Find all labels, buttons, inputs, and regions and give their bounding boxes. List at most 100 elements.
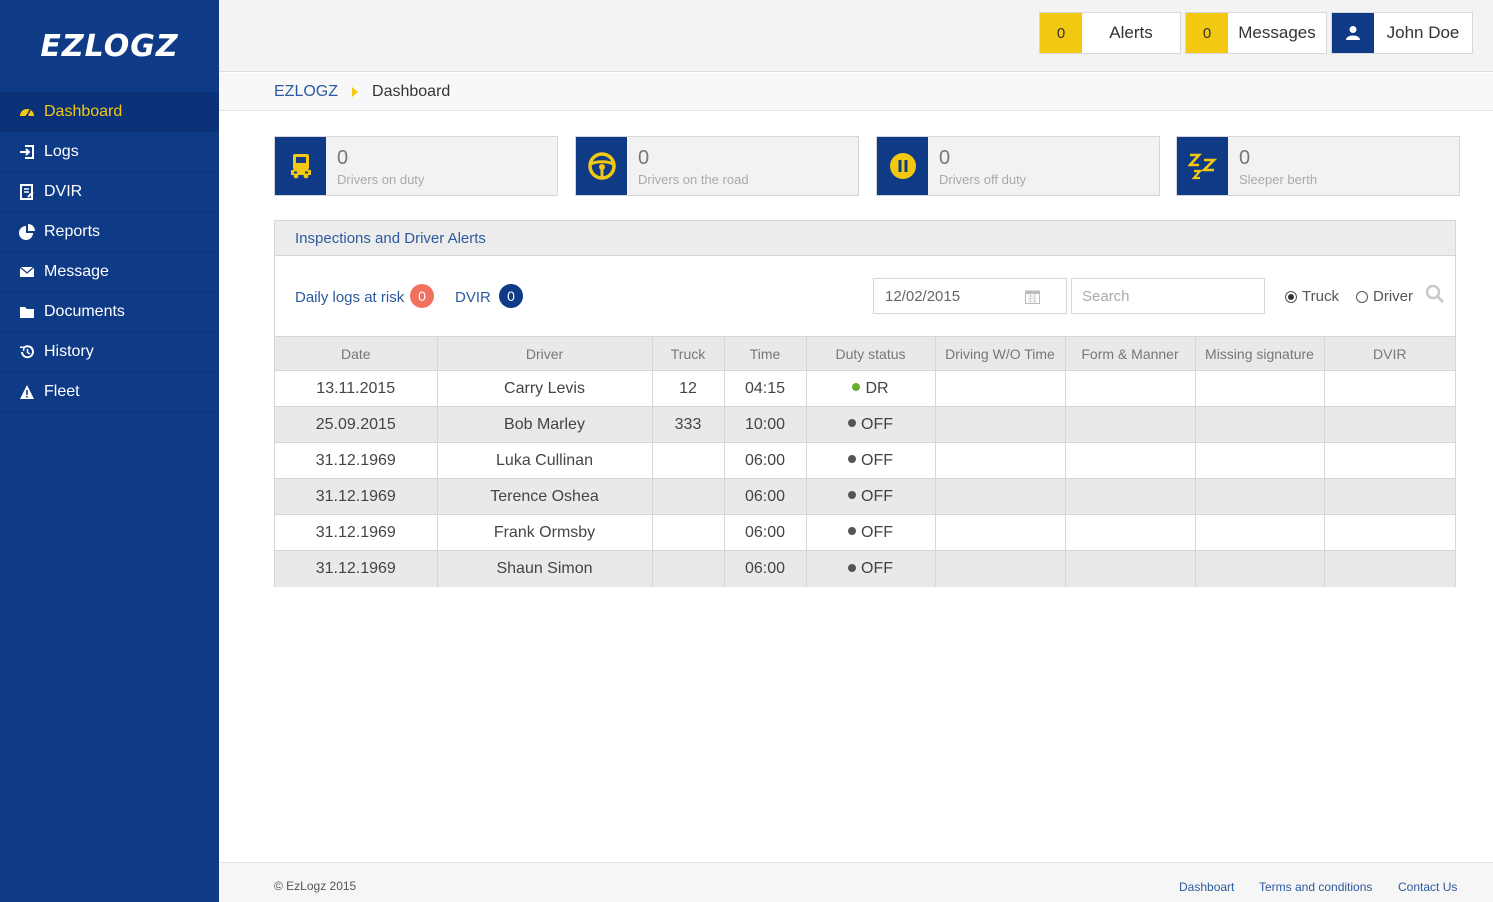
messages-widget[interactable]: 0 Messages — [1185, 12, 1327, 54]
cell-truck: 333 — [652, 406, 725, 443]
breadcrumb-separator-icon — [352, 86, 359, 97]
cell-time: 06:00 — [724, 514, 807, 551]
breadcrumb: EZLOGZ Dashboard — [219, 73, 1493, 111]
cell-time: 06:00 — [724, 550, 807, 587]
cell-driving-wo-time — [935, 370, 1066, 407]
ezlogz-logo[interactable]: EZLOGZ — [0, 0, 219, 92]
status-text: OFF — [861, 487, 893, 505]
calendar-icon[interactable] — [1025, 289, 1040, 308]
column-header-driving-wo-time[interactable]: Driving W/O Time — [935, 336, 1066, 371]
sidebar-item-label: Documents — [44, 302, 125, 320]
cell-dvir — [1324, 550, 1455, 587]
sidebar-item-label: Fleet — [44, 382, 80, 400]
cell-date: 31.12.1969 — [275, 514, 438, 551]
cell-driver: Carry Levis — [437, 370, 653, 407]
breadcrumb-root-link[interactable]: EZLOGZ — [274, 83, 338, 101]
dvir-badge[interactable]: 0 — [499, 284, 523, 308]
cell-duty-status: OFF — [806, 406, 936, 443]
copyright: © EzLogz 2015 — [274, 879, 357, 893]
status-text: OFF — [861, 415, 893, 433]
sidebar-item-reports[interactable]: Reports — [0, 212, 219, 252]
date-value: 12/02/2015 — [885, 287, 961, 305]
sidebar-item-label: Dashboard — [44, 102, 123, 120]
cell-duty-status: OFF — [806, 514, 936, 551]
column-header-dvir[interactable]: DVIR — [1324, 336, 1455, 371]
alerts-widget[interactable]: 0 Alerts — [1039, 12, 1181, 54]
cell-time: 06:00 — [724, 478, 807, 515]
column-header-missing-signature[interactable]: Missing signature — [1195, 336, 1325, 371]
stat-card-sleeper-berth[interactable]: 0 Sleeper berth — [1176, 136, 1460, 196]
pause-icon — [877, 137, 928, 195]
fleet-icon — [18, 383, 36, 401]
table-row[interactable]: 31.12.1969 Luka Cullinan 06:00 OFF — [275, 442, 1455, 479]
column-header-duty-status[interactable]: Duty status — [806, 336, 936, 371]
filters-bar: Daily logs at risk 0 DVIR 0 12/02/2015 T… — [275, 256, 1455, 336]
sidebar-item-logs[interactable]: Logs — [0, 132, 219, 172]
sidebar-item-message[interactable]: Message — [0, 252, 219, 292]
driver-radio[interactable]: Driver — [1356, 288, 1413, 305]
stat-card-drivers-on-duty[interactable]: 0 Drivers on duty — [274, 136, 558, 196]
table-row[interactable]: 31.12.1969 Frank Ormsby 06:00 OFF — [275, 514, 1455, 551]
cell-truck: 12 — [652, 370, 725, 407]
cell-form-manner — [1065, 478, 1196, 515]
cell-driver: Luka Cullinan — [437, 442, 653, 479]
sidebar-item-fleet[interactable]: Fleet — [0, 372, 219, 412]
table-row[interactable]: 31.12.1969 Shaun Simon 06:00 OFF — [275, 550, 1455, 587]
cell-dvir — [1324, 442, 1455, 479]
column-header-time[interactable]: Time — [724, 336, 807, 371]
cell-truck — [652, 442, 725, 479]
cell-time: 06:00 — [724, 442, 807, 479]
daily-logs-at-risk-badge[interactable]: 0 — [410, 284, 434, 308]
date-picker[interactable]: 12/02/2015 — [873, 278, 1067, 314]
cell-form-manner — [1065, 406, 1196, 443]
sidebar-item-dashboard[interactable]: Dashboard — [0, 92, 219, 132]
cell-truck — [652, 514, 725, 551]
stat-label: Sleeper berth — [1239, 172, 1318, 187]
cell-date: 31.12.1969 — [275, 442, 438, 479]
table-row[interactable]: 31.12.1969 Terence Oshea 06:00 OFF — [275, 478, 1455, 515]
sidebar-item-dvir[interactable]: DVIR — [0, 172, 219, 212]
status-text: OFF — [861, 451, 893, 469]
search-input[interactable] — [1071, 278, 1265, 314]
footer-link-dashboard[interactable]: Dashboart — [1179, 880, 1234, 894]
driver-radio-dot — [1356, 290, 1368, 303]
dvir-icon — [18, 183, 36, 201]
user-menu[interactable]: John Doe — [1331, 12, 1473, 54]
stat-card-drivers-on-road[interactable]: 0 Drivers on the road — [575, 136, 859, 196]
cell-dvir — [1324, 370, 1455, 407]
stat-label: Drivers off duty — [939, 172, 1027, 187]
driver-radio-label: Driver — [1373, 288, 1413, 305]
search-icon[interactable] — [1425, 284, 1445, 309]
cell-date: 13.11.2015 — [275, 370, 438, 407]
column-header-driver[interactable]: Driver — [437, 336, 653, 371]
stat-label: Drivers on the road — [638, 172, 749, 187]
column-header-date[interactable]: Date — [275, 336, 438, 371]
cell-missing-signature — [1195, 550, 1325, 587]
cell-duty-status: OFF — [806, 442, 936, 479]
table-row[interactable]: 13.11.2015 Carry Levis 12 04:15 DR — [275, 370, 1455, 407]
status-dot-icon — [848, 491, 856, 500]
cell-missing-signature — [1195, 442, 1325, 479]
footer-link-contact[interactable]: Contact Us — [1398, 880, 1457, 894]
sidebar-item-label: History — [44, 342, 94, 360]
column-header-form-manner[interactable]: Form & Manner — [1065, 336, 1196, 371]
stat-card-drivers-off-duty[interactable]: 0 Drivers off duty — [876, 136, 1160, 196]
sidebar-item-documents[interactable]: Documents — [0, 292, 219, 332]
sidebar-item-history[interactable]: History — [0, 332, 219, 372]
truck-radio[interactable]: Truck — [1285, 288, 1339, 305]
table-row[interactable]: 25.09.2015 Bob Marley 333 10:00 OFF — [275, 406, 1455, 443]
folder-icon — [18, 303, 36, 321]
cell-date: 25.09.2015 — [275, 406, 438, 443]
alerts-table: Date Driver Truck Time Duty status Drivi… — [275, 336, 1455, 587]
cell-form-manner — [1065, 514, 1196, 551]
status-text: OFF — [861, 559, 893, 577]
column-header-truck[interactable]: Truck — [652, 336, 725, 371]
reports-icon — [18, 223, 36, 241]
daily-logs-at-risk-label[interactable]: Daily logs at risk — [295, 289, 404, 306]
dvir-label[interactable]: DVIR — [455, 289, 491, 306]
status-dot-icon — [852, 383, 861, 392]
history-icon — [18, 343, 36, 361]
cell-date: 31.12.1969 — [275, 550, 438, 587]
footer-link-terms[interactable]: Terms and conditions — [1259, 880, 1372, 894]
cell-dvir — [1324, 406, 1455, 443]
